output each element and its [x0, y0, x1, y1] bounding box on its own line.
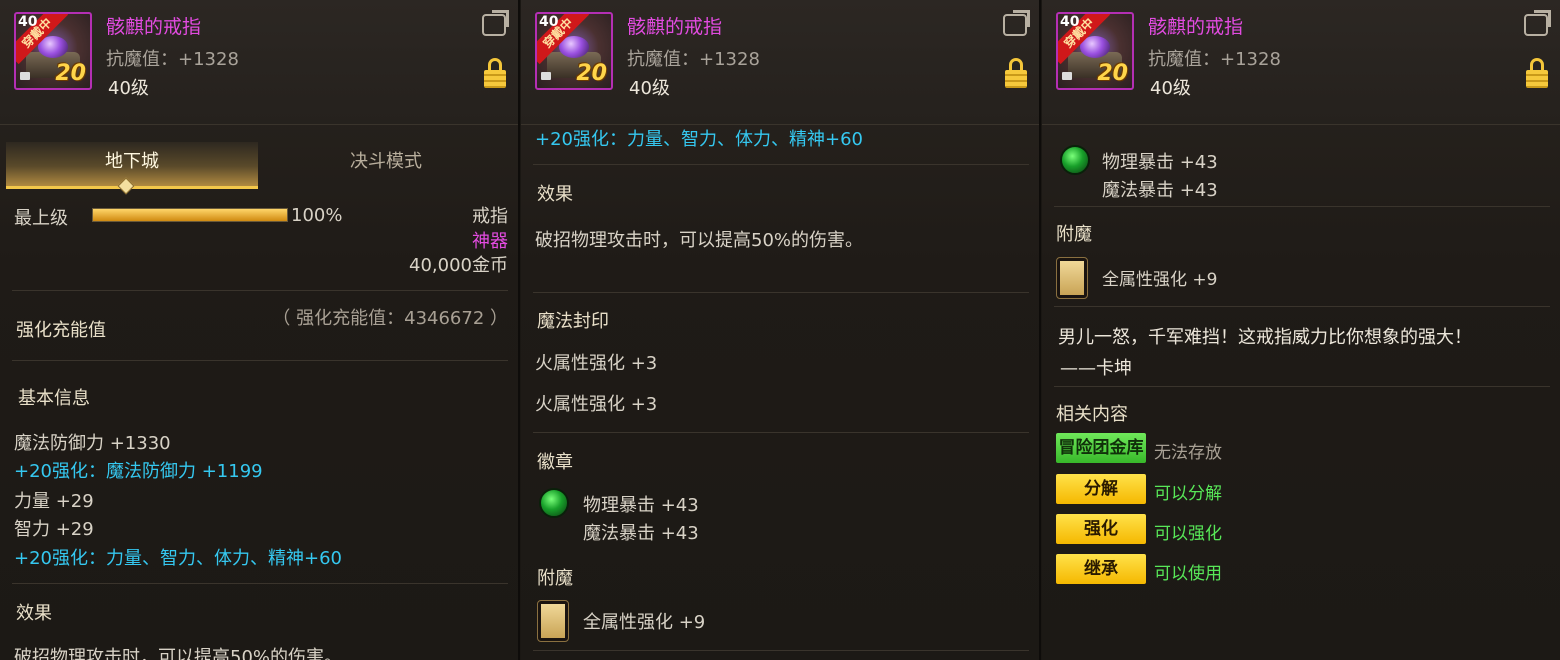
enchant-title: 附魔	[1056, 224, 1092, 245]
mini-lock-icon	[1062, 72, 1072, 80]
emblem-line-2: 魔法暴击 +43	[583, 523, 699, 544]
basic-info-title: 基本信息	[18, 388, 90, 409]
effect-text: 破招物理攻击时，可以提高50%的伤害。	[14, 647, 343, 660]
icon-level-tag: 40	[18, 14, 38, 30]
mini-lock-icon	[541, 72, 551, 80]
effect-title: 效果	[16, 603, 52, 624]
seal-title: 魔法封印	[537, 311, 609, 332]
ring-item-icon: 穿戴中 40 20	[1056, 12, 1134, 90]
icon-level-tag: 40	[1060, 14, 1080, 30]
lock-icon[interactable]	[1005, 58, 1027, 90]
item-tooltip-panel-2: 穿戴中 40 20 骸麒的戒指 抗魔值：+1328 40级 +20强化：力量、智…	[521, 0, 1041, 660]
item-stat: 抗魔值：+1328	[627, 49, 760, 70]
share-icon[interactable]	[482, 14, 506, 36]
emblem-line-1: 物理暴击 +43	[583, 495, 699, 516]
green-orb-icon	[539, 488, 569, 518]
green-orb-icon	[1060, 145, 1090, 175]
stat-mdef: 魔法防御力 +1330	[14, 433, 171, 454]
seal-line-1: 火属性强化 +3	[535, 353, 658, 374]
share-icon[interactable]	[1003, 14, 1027, 36]
grade-percent: 100%	[291, 205, 343, 226]
stat-str: 力量 +29	[14, 491, 94, 512]
item-stat: 抗魔值：+1328	[106, 49, 239, 70]
item-level: 40级	[108, 78, 149, 99]
item-tooltip-panel-3: 穿戴中 40 20 骸麒的戒指 抗魔值：+1328 40级 物理暴击 +43 魔…	[1042, 0, 1560, 660]
stat-all-bonus: +20强化：力量、智力、体力、精神+60	[14, 548, 342, 569]
inherit-status: 可以使用	[1154, 564, 1222, 584]
ring-item-icon: 穿戴中 40 20	[535, 12, 613, 90]
item-tooltip-panel-1: 穿戴中 40 20 骸麒的戒指 抗魔值：+1328 40级 地下城 决斗模式 最…	[0, 0, 520, 660]
enchant-card-icon	[537, 600, 569, 642]
lock-icon[interactable]	[484, 58, 506, 90]
disassemble-status: 可以分解	[1154, 484, 1222, 504]
effect-title: 效果	[537, 184, 573, 205]
adventure-vault-button[interactable]: 冒险团金库	[1056, 433, 1146, 463]
enchant-title: 附魔	[537, 568, 573, 589]
emblem-line-1: 物理暴击 +43	[1102, 152, 1218, 173]
flavor-author: ——卡坤	[1060, 358, 1132, 379]
share-icon[interactable]	[1524, 14, 1548, 36]
emblem-title: 徽章	[537, 452, 573, 473]
charge-label: 强化充能值	[16, 320, 106, 341]
stat-int: 智力 +29	[14, 519, 94, 540]
item-name: 骸麒的戒指	[627, 16, 723, 38]
mini-lock-icon	[20, 72, 30, 80]
tooltip-header: 穿戴中 40 20 骸麒的戒指 抗魔值：+1328 40级	[0, 0, 518, 125]
ring-item-icon: 穿戴中 40 20	[14, 12, 92, 90]
tooltip-header: 穿戴中 40 20 骸麒的戒指 抗魔值：+1328 40级	[1042, 0, 1560, 125]
item-level: 40级	[1150, 78, 1191, 99]
item-level: 40级	[629, 78, 670, 99]
effect-text: 破招物理攻击时，可以提高50%的伤害。	[535, 230, 864, 251]
item-name: 骸麒的戒指	[106, 16, 202, 38]
item-stat: 抗魔值：+1328	[1148, 49, 1281, 70]
icon-level-tag: 40	[539, 14, 559, 30]
inherit-button[interactable]: 继承	[1056, 554, 1146, 584]
item-name: 骸麒的戒指	[1148, 16, 1244, 38]
emblem-line-2: 魔法暴击 +43	[1102, 180, 1218, 201]
stat-all-bonus: +20强化：力量、智力、体力、精神+60	[535, 129, 863, 150]
lock-icon[interactable]	[1526, 58, 1548, 90]
flavor-text: 男儿一怒，千军难挡！这戒指威力比你想象的强大！	[1058, 327, 1472, 348]
upgrade-level: 20	[1097, 61, 1128, 86]
upgrade-level: 20	[576, 61, 607, 86]
tab-pvp[interactable]: 决斗模式	[260, 142, 512, 186]
item-slot: 戒指	[472, 206, 508, 227]
upgrade-level: 20	[55, 61, 86, 86]
disassemble-button[interactable]: 分解	[1056, 474, 1146, 504]
grade-bar	[92, 208, 288, 222]
enchant-line-1: 全属性强化 +9	[1102, 270, 1218, 290]
grade-bar-fill	[93, 209, 287, 221]
item-rarity: 神器	[472, 231, 508, 252]
tab-dungeon[interactable]: 地下城	[6, 142, 258, 189]
mode-tabs: 地下城 决斗模式	[6, 142, 512, 189]
enhance-status: 可以强化	[1154, 524, 1222, 544]
vault-status: 无法存放	[1154, 443, 1222, 463]
seal-line-2: 火属性强化 +3	[535, 394, 658, 415]
enchant-card-icon	[1056, 257, 1088, 299]
enhance-button[interactable]: 强化	[1056, 514, 1146, 544]
charge-value: （ 强化充能值：4346672 ）	[272, 308, 508, 329]
related-title: 相关内容	[1056, 404, 1128, 425]
enchant-line-1: 全属性强化 +9	[583, 612, 706, 633]
tooltip-header: 穿戴中 40 20 骸麒的戒指 抗魔值：+1328 40级	[521, 0, 1039, 125]
grade-label: 最上级	[14, 208, 68, 229]
item-price: 40,000金币	[409, 255, 508, 276]
stat-mdef-bonus: +20强化：魔法防御力 +1199	[14, 461, 263, 482]
